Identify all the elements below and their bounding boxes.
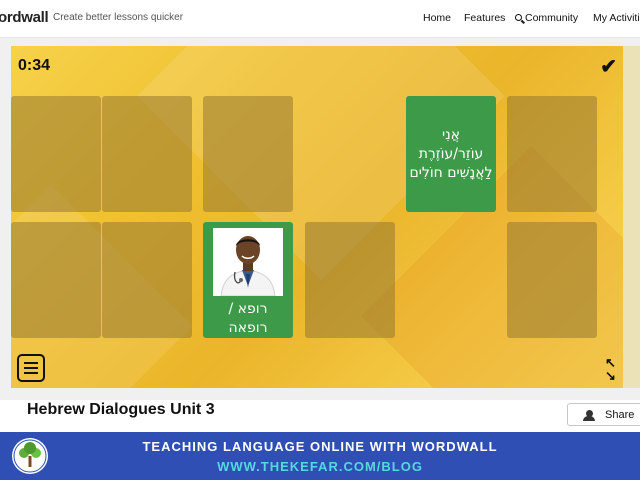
promo-banner: TEACHING LANGUAGE ONLINE WITH WORDWALL W… [0,432,640,480]
menu-icon[interactable] [17,354,45,382]
memory-card[interactable] [102,222,192,338]
memory-game-board: 0:34 ✔ אֲנִי עוֹזֵר/עוֹזֶרֶת לַאֲנָשִׁים… [11,46,623,388]
person-icon-body [583,416,595,421]
banner-url[interactable]: WWW.THEKEFAR.COM/BLOG [0,459,640,474]
memory-card[interactable] [203,96,293,212]
memory-card-revealed-text[interactable]: אֲנִי עוֹזֵר/עוֹזֶרֶת לַאֲנָשִׁים חוֹלִי… [406,96,496,212]
nav-features-link[interactable]: Features [464,12,505,24]
memory-card[interactable] [11,222,101,338]
memory-card[interactable] [507,222,597,338]
nav-home-link[interactable]: Home [423,12,451,24]
memory-card-revealed-image[interactable]: רופא / רופאה [203,222,293,338]
share-label: Share [605,409,635,421]
top-navigation: ordwall Create better lessons quicker Ho… [0,0,640,38]
doctor-image [213,228,283,296]
banner-title: TEACHING LANGUAGE ONLINE WITH WORDWALL [142,439,498,454]
game-timer: 0:34 [18,57,51,74]
site-logo[interactable]: ordwall [0,9,49,26]
activity-title: Hebrew Dialogues Unit 3 [27,401,215,418]
frame-edge [623,46,640,388]
fullscreen-icon[interactable]: ↖ ↘ [605,356,619,382]
memory-card[interactable] [102,96,192,212]
nav-my-activities-link[interactable]: My Activitie [593,12,640,24]
search-icon [515,14,522,21]
memory-card[interactable] [507,96,597,212]
nav-community-label: Community [525,12,579,24]
nav-community-link[interactable]: Community [515,12,578,24]
card-text: רופא / רופאה [228,301,268,336]
site-tagline: Create better lessons quicker [53,12,184,23]
activity-frame: 0:34 ✔ אֲנִי עוֹזֵר/עוֹזֶרֶת לַאֲנָשִׁים… [0,38,640,400]
share-button[interactable]: Share [567,403,640,426]
checkmark-icon[interactable]: ✔ [600,54,617,79]
memory-card[interactable] [11,96,101,212]
card-text: אֲנִי עוֹזֵר/עוֹזֶרֶת לַאֲנָשִׁים חוֹלִי… [409,126,493,181]
memory-card[interactable] [305,222,395,338]
